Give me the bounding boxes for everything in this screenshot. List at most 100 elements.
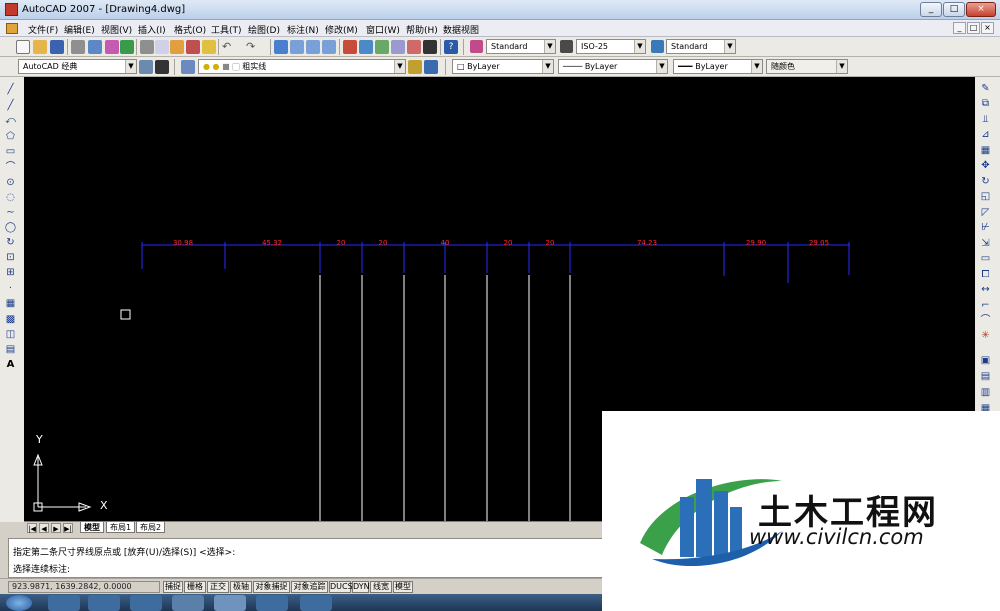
design-center-icon[interactable] xyxy=(359,40,373,54)
stretch-icon[interactable]: ◸ xyxy=(979,206,992,219)
3d-dwf-icon[interactable] xyxy=(120,40,134,54)
doc-restore-button[interactable]: □ xyxy=(967,22,980,34)
rectangle-icon[interactable]: ▭ xyxy=(4,145,17,158)
move-icon[interactable]: ✥ xyxy=(979,159,992,172)
match-properties-icon[interactable] xyxy=(186,40,200,54)
tab-layout1[interactable]: 布局1 xyxy=(106,522,136,533)
array-icon[interactable]: ▦ xyxy=(979,144,992,157)
scale-icon[interactable]: ◱ xyxy=(979,190,992,203)
copy-object-icon[interactable]: ⧉ xyxy=(979,97,992,110)
trim-icon[interactable]: ⊬ xyxy=(979,221,992,234)
paste-icon[interactable] xyxy=(170,40,184,54)
previous-tab-button[interactable]: ◀ xyxy=(39,523,49,533)
ellipse-icon[interactable]: ◯ xyxy=(4,221,17,234)
chevron-down-icon[interactable]: ▼ xyxy=(656,60,667,73)
table-icon[interactable]: ▤ xyxy=(4,343,17,356)
document-icon[interactable] xyxy=(6,23,18,34)
help-icon[interactable]: ? xyxy=(444,40,458,54)
menu-file[interactable]: 文件(F) xyxy=(28,23,58,36)
ellipse-arc-icon[interactable]: ↻ xyxy=(4,236,17,249)
model-toggle[interactable]: 模型 xyxy=(393,581,413,593)
explode-icon[interactable]: ✳ xyxy=(979,329,992,342)
chevron-down-icon[interactable]: ▼ xyxy=(394,60,405,73)
hatch-icon[interactable]: ▦ xyxy=(4,297,17,310)
text-style-icon[interactable] xyxy=(470,40,483,53)
revision-cloud-icon[interactable]: ◌ xyxy=(4,191,17,204)
layer-previous-icon[interactable] xyxy=(424,60,438,74)
pan-icon[interactable] xyxy=(274,40,288,54)
paint-taskbar-icon[interactable] xyxy=(256,595,288,611)
publish-icon[interactable] xyxy=(105,40,119,54)
gradient-icon[interactable]: ▩ xyxy=(4,313,17,326)
otrack-toggle[interactable]: 对象追踪 xyxy=(291,581,328,593)
extend-icon[interactable]: ⇲ xyxy=(979,237,992,250)
table-style-select[interactable]: Standard ▼ xyxy=(666,39,736,54)
close-button[interactable]: × xyxy=(966,2,996,17)
spline-icon[interactable]: ∼ xyxy=(4,206,17,219)
menu-format[interactable]: 格式(O) xyxy=(174,23,206,36)
lock-icon[interactable]: ■ xyxy=(222,62,230,71)
next-tab-button[interactable]: ▶ xyxy=(51,523,61,533)
fillet-icon[interactable]: ⌒ xyxy=(979,314,992,327)
open-icon[interactable] xyxy=(33,40,47,54)
print-icon[interactable] xyxy=(71,40,85,54)
block-editor-icon[interactable] xyxy=(202,40,216,54)
menu-view[interactable]: 视图(V) xyxy=(101,23,132,36)
zoom-previous-icon[interactable] xyxy=(322,40,336,54)
rotate-icon[interactable]: ↻ xyxy=(979,175,992,188)
app-taskbar-icon[interactable] xyxy=(130,595,162,611)
zoom-realtime-icon[interactable] xyxy=(290,40,304,54)
minimize-button[interactable]: _ xyxy=(920,2,942,17)
doc-minimize-button[interactable]: _ xyxy=(953,22,966,34)
chevron-down-icon[interactable]: ▼ xyxy=(125,60,136,73)
tab-model[interactable]: 模型 xyxy=(80,522,104,533)
linetype-select[interactable]: ──── ByLayer ▼ xyxy=(558,59,668,74)
markup-icon[interactable] xyxy=(407,40,421,54)
multiline-text-icon[interactable]: A xyxy=(4,358,17,371)
construction-line-icon[interactable]: ╱ xyxy=(4,99,17,112)
maximize-button[interactable]: □ xyxy=(943,2,965,17)
ortho-toggle[interactable]: 正交 xyxy=(207,581,229,593)
draw-order-icon[interactable]: ▣ xyxy=(979,354,992,367)
dim-style-icon[interactable] xyxy=(560,40,573,53)
sheet-set-icon[interactable] xyxy=(391,40,405,54)
last-tab-button[interactable]: ▶| xyxy=(63,523,73,533)
cut-icon[interactable] xyxy=(140,40,154,54)
workspace-settings-icon[interactable] xyxy=(139,60,153,74)
workspace-select[interactable]: AutoCAD 经典 ▼ xyxy=(18,59,137,74)
dyn-toggle[interactable]: DYN xyxy=(352,581,370,593)
chevron-down-icon[interactable]: ▼ xyxy=(724,40,735,53)
polyline-icon[interactable]: ⤺ xyxy=(4,114,17,127)
menu-tools[interactable]: 工具(T) xyxy=(211,23,242,36)
command-window[interactable]: 指定第二条尺寸界线原点或 [放弃(U)/选择(S)] <选择>: 选择连续标注: xyxy=(8,538,604,578)
menu-dimension[interactable]: 标注(N) xyxy=(287,23,319,36)
text-style-select[interactable]: Standard ▼ xyxy=(486,39,556,54)
autocad-app-icon[interactable] xyxy=(5,3,18,16)
sun-icon[interactable]: ● xyxy=(213,62,220,71)
line-icon[interactable]: ╱ xyxy=(4,83,17,96)
chevron-down-icon[interactable]: ▼ xyxy=(542,60,553,73)
media-taskbar-icon[interactable] xyxy=(88,595,120,611)
calculator-icon[interactable] xyxy=(423,40,437,54)
menu-draw[interactable]: 绘图(D) xyxy=(248,23,280,36)
chevron-down-icon[interactable]: ▼ xyxy=(751,60,762,73)
undo-icon[interactable]: ↶ xyxy=(222,40,236,54)
bring-to-front-icon[interactable]: ▤ xyxy=(979,370,992,383)
tab-layout2[interactable]: 布局2 xyxy=(136,522,166,533)
point-icon[interactable]: · xyxy=(4,282,17,295)
properties-icon[interactable] xyxy=(343,40,357,54)
join-icon[interactable]: ↔ xyxy=(979,283,992,296)
arc-icon[interactable]: ⌒ xyxy=(4,161,17,174)
command-prompt[interactable]: 选择连续标注: xyxy=(13,562,70,575)
region-icon[interactable]: ◫ xyxy=(4,328,17,341)
table-style-icon[interactable] xyxy=(651,40,664,53)
lineweight-select[interactable]: ━━━ ByLayer ▼ xyxy=(673,59,763,74)
plotstyle-select[interactable]: 随颜色 ▼ xyxy=(766,59,848,74)
coordinate-display[interactable]: 923.9871, 1639.2842, 0.0000 xyxy=(8,581,160,593)
break-icon[interactable]: ⧠ xyxy=(979,268,992,281)
dim-style-select[interactable]: ISO-25 ▼ xyxy=(576,39,646,54)
chevron-down-icon[interactable]: ▼ xyxy=(544,40,555,53)
ie-taskbar-icon[interactable] xyxy=(48,595,80,611)
menu-data-view[interactable]: 数据视图 xyxy=(443,23,479,36)
polar-toggle[interactable]: 极轴 xyxy=(230,581,252,593)
